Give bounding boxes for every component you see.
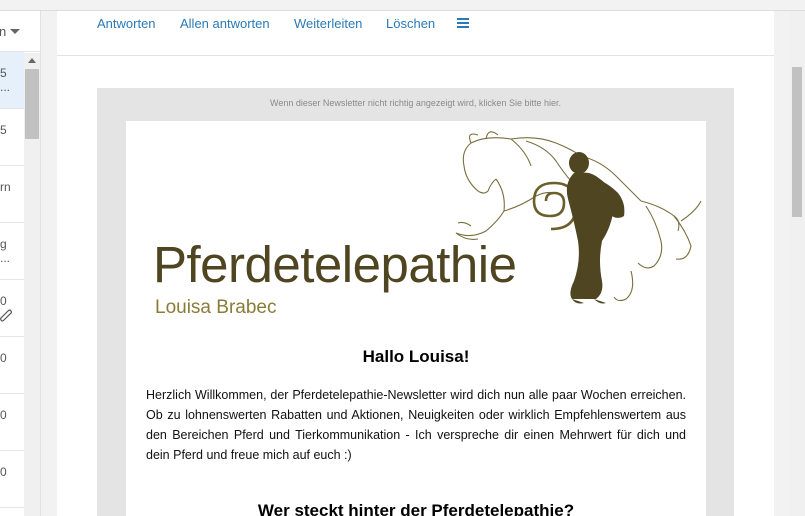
list-item[interactable]: 5 [0,109,24,166]
reading-pane-scrollbar[interactable] [789,11,805,516]
hamburger-menu-icon[interactable] [457,18,469,28]
intro-paragraph: Herzlich Willkommen, der Pferdetelepathi… [146,388,686,462]
list-item[interactable]: 5 ... [0,52,24,109]
logo-title: Pferdetelepathie [153,236,517,293]
reply-button[interactable]: Antworten [97,16,156,31]
newsletter-frame: Wenn dieser Newsletter nicht richtig ang… [97,88,734,516]
list-item[interactable]: 0 [0,280,24,337]
list-sort-label: n [0,24,6,39]
list-item[interactable]: rn [0,166,24,223]
delete-button[interactable]: Löschen [386,16,435,31]
list-item-snippet: ... [0,80,11,94]
list-item-date: 5 [0,123,7,137]
list-item[interactable]: 0 [0,337,24,394]
reading-pane: Antworten Allen antworten Weiterleiten L… [57,11,774,516]
scroll-up-arrow-icon[interactable] [28,58,36,63]
list-sort-header[interactable]: n [0,11,40,52]
chevron-down-icon[interactable] [10,29,20,34]
paperclip-icon [0,308,12,325]
greeting-heading: Hallo Louisa! [362,347,470,366]
newsletter-body: Pferdetelepathie Louisa Brabec Hallo Lou… [126,121,706,516]
section-heading: Wer steckt hinter der Pferdetelepathie? [257,501,575,516]
reply-all-button[interactable]: Allen antworten [180,16,270,31]
list-item-date: rn [0,180,11,194]
list-item-snippet: ... [0,251,11,265]
list-item[interactable]: 0 [0,451,24,508]
forward-button[interactable]: Weiterleiten [294,16,362,31]
list-scrollbar[interactable] [24,53,40,516]
list-item-date: g [0,237,7,251]
list-item-date: 0 [0,351,7,365]
list-item-date: 0 [0,294,7,308]
list-item[interactable]: 0 [0,394,24,451]
list-item-date: 0 [0,465,7,479]
list-item-date: 5 [0,66,7,80]
view-online-link[interactable]: Wenn dieser Newsletter nicht richtig ang… [97,98,734,108]
list-item[interactable]: g ... [0,223,24,280]
message-list: n 5 ... 5 rn g ... 0 0 0 0 [0,11,41,516]
logo-subtitle: Louisa Brabec [155,297,277,318]
message-toolbar: Antworten Allen antworten Weiterleiten L… [57,11,774,56]
reading-pane-scrollbar-thumb[interactable] [792,67,802,217]
list-item-date: 0 [0,408,7,422]
list-scrollbar-thumb[interactable] [25,69,39,139]
